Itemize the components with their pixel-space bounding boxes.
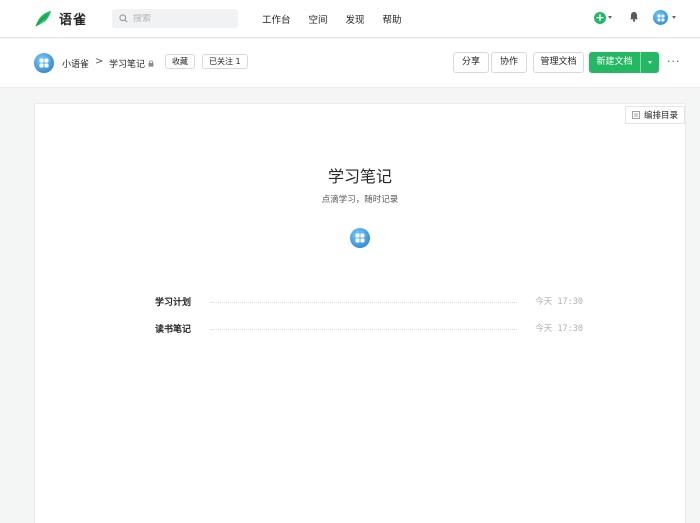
doc-time: 今天 17:30 bbox=[535, 324, 583, 334]
new-doc-dropdown[interactable] bbox=[641, 52, 659, 73]
manage-docs-button[interactable]: 管理文档 bbox=[533, 52, 584, 73]
follow-button[interactable]: 已关注 1 bbox=[202, 54, 248, 69]
space-avatar[interactable] bbox=[34, 53, 54, 73]
doc-list-item[interactable]: 读书笔记 今天 17:30 bbox=[155, 321, 583, 335]
edit-toc-label: 编排目录 bbox=[643, 111, 678, 121]
nav-workbench[interactable]: 工作台 bbox=[262, 12, 291, 26]
breadcrumb-book[interactable]: 学习笔记 bbox=[109, 57, 145, 70]
plus-circle-icon: + bbox=[594, 10, 606, 24]
favorite-button[interactable]: 收藏 bbox=[165, 54, 195, 69]
yuque-bird-icon bbox=[35, 10, 52, 27]
chevron-down-icon bbox=[608, 16, 612, 19]
header-actions: + bbox=[594, 10, 676, 25]
create-new-button[interactable]: + bbox=[594, 10, 612, 24]
edit-toc-button[interactable]: 编排目录 bbox=[624, 106, 685, 124]
doc-title: 学习计划 bbox=[155, 297, 192, 308]
breadcrumb-separator: > bbox=[95, 56, 104, 67]
new-doc-button[interactable]: 新建文档 bbox=[589, 52, 659, 73]
main-nav: 工作台 空间 发现 帮助 bbox=[262, 12, 420, 26]
lock-icon bbox=[148, 59, 154, 70]
leader-dots bbox=[211, 301, 518, 303]
windows-avatar-icon bbox=[653, 10, 668, 25]
nav-spaces[interactable]: 空间 bbox=[309, 12, 328, 26]
more-icon[interactable]: ··· bbox=[667, 55, 681, 68]
user-menu[interactable] bbox=[653, 10, 676, 25]
leader-dots bbox=[211, 328, 518, 330]
book-header: 小语雀 > 学习笔记 收藏 已关注 1 分享 协作 管理文档 新建文档 ··· bbox=[0, 39, 700, 88]
brand-name: 语雀 bbox=[59, 13, 88, 28]
bell-icon[interactable] bbox=[629, 11, 639, 25]
book-index-card: 编排目录 学习笔记 点滴学习，随时记录 学习计划 今天 17:30 读书笔记 今… bbox=[34, 103, 686, 523]
toc-icon bbox=[632, 111, 640, 119]
chevron-down-icon bbox=[672, 16, 676, 19]
breadcrumb-space[interactable]: 小语雀 bbox=[62, 57, 89, 70]
nav-help[interactable]: 帮助 bbox=[383, 12, 402, 26]
book-avatar bbox=[350, 228, 370, 248]
search-input[interactable] bbox=[133, 13, 228, 24]
top-navbar: 语雀 工作台 空间 发现 帮助 + bbox=[0, 0, 700, 38]
book-title: 学习笔记 bbox=[327, 167, 392, 186]
nav-discover[interactable]: 发现 bbox=[346, 12, 365, 26]
new-doc-label: 新建文档 bbox=[589, 52, 641, 73]
search-icon bbox=[119, 14, 128, 23]
doc-list-item[interactable]: 学习计划 今天 17:30 bbox=[155, 294, 583, 308]
doc-title: 读书笔记 bbox=[155, 324, 192, 335]
logo[interactable]: 语雀 bbox=[34, 9, 87, 28]
search-box[interactable] bbox=[112, 9, 238, 28]
doc-time: 今天 17:30 bbox=[535, 297, 583, 307]
book-description: 点滴学习，随时记录 bbox=[321, 195, 399, 205]
share-button[interactable]: 分享 bbox=[453, 52, 489, 73]
chevron-down-icon bbox=[648, 61, 652, 64]
collaborate-button[interactable]: 协作 bbox=[491, 52, 527, 73]
